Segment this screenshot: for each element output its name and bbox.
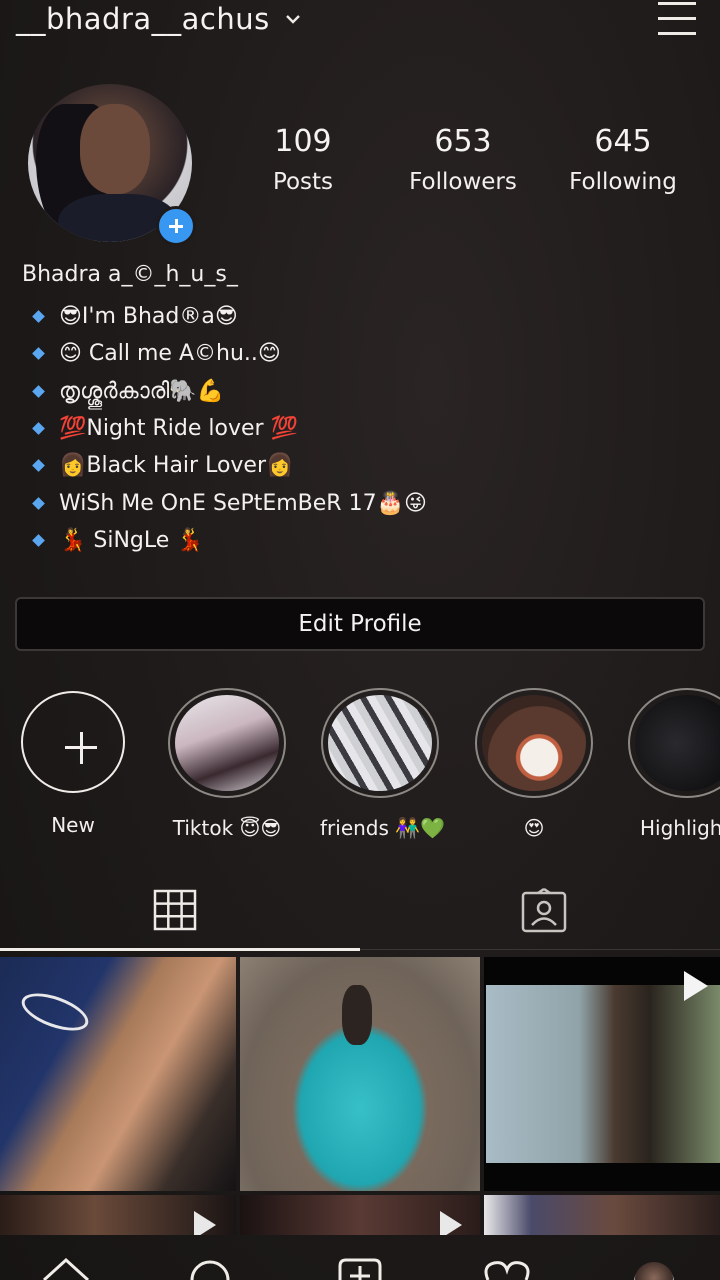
- highlight-label: Highlights: [640, 816, 720, 840]
- bio-line: WiSh Me OnE SePtEmBeR 17🎂😜: [32, 484, 427, 521]
- plus-icon: [21, 691, 125, 793]
- username[interactable]: __bhadra__achus: [16, 2, 270, 36]
- following-number: 645: [594, 124, 652, 159]
- bio-text: 💃 SiNgLe 💃: [59, 527, 204, 553]
- new-post-icon[interactable]: [336, 1258, 384, 1280]
- followers-count[interactable]: 653 Followers: [398, 124, 528, 195]
- profile-avatar-icon[interactable]: [634, 1262, 674, 1280]
- highlight-tiktok[interactable]: Tiktok 😇😎: [167, 688, 287, 840]
- bio: 😎I'm Bhad®a😎 😊 Call me A©hu..😊 തൃശ്ശൂർകാ…: [32, 298, 427, 559]
- bio-text: 💯Night Ride lover 💯: [59, 416, 298, 442]
- post-thumbnail[interactable]: [0, 957, 236, 1191]
- active-tab-indicator: [0, 948, 360, 951]
- post-thumbnail[interactable]: [240, 1195, 480, 1235]
- highlight-label: Tiktok 😇😎: [172, 816, 282, 840]
- bio-text: തൃശ്ശൂർകാരി🐘💪: [59, 378, 225, 404]
- highlight-label: New: [51, 813, 95, 837]
- bio-line: 😊 Call me A©hu..😊: [32, 335, 427, 372]
- bottom-navigation: [0, 1232, 720, 1280]
- followers-label: Followers: [409, 169, 517, 195]
- grid-icon[interactable]: [152, 888, 198, 932]
- post-thumbnail[interactable]: [484, 1195, 720, 1235]
- posts-number: 109: [274, 124, 332, 159]
- bullet-icon: [32, 422, 45, 435]
- top-bar: __bhadra__achus: [0, 0, 720, 48]
- bio-text: WiSh Me OnE SePtEmBeR 17🎂😜: [59, 490, 427, 516]
- heart-icon[interactable]: [482, 1260, 532, 1280]
- followers-number: 653: [434, 124, 492, 159]
- bio-line: തൃശ്ശൂർകാരി🐘💪: [32, 373, 427, 410]
- chevron-down-icon[interactable]: [284, 12, 302, 26]
- posts-count[interactable]: 109 Posts: [238, 124, 368, 195]
- home-icon[interactable]: [40, 1258, 92, 1280]
- highlight-highlights[interactable]: Highlights: [628, 688, 720, 840]
- video-play-icon: [684, 971, 708, 1001]
- highlight-label: friends 👫💚: [320, 816, 446, 840]
- bullet-icon: [32, 496, 45, 510]
- following-label: Following: [569, 169, 677, 195]
- bullet-icon: [32, 534, 45, 547]
- display-name: Bhadra a_©_h_u_s_: [22, 262, 238, 287]
- profile-tabs: [0, 880, 720, 952]
- highlight-cover: [321, 688, 439, 798]
- highlight-new[interactable]: New: [13, 688, 133, 837]
- highlight-cover: [475, 688, 593, 798]
- bullet-icon: [32, 384, 45, 398]
- highlight-friends[interactable]: friends 👫💚: [320, 688, 446, 840]
- edit-profile-button[interactable]: Edit Profile: [15, 597, 705, 651]
- bio-line: 💃 SiNgLe 💃: [32, 522, 427, 559]
- highlight-heart-eyes[interactable]: 😍: [474, 688, 594, 840]
- post-thumbnail[interactable]: [240, 957, 480, 1191]
- add-story-icon[interactable]: [156, 206, 196, 246]
- highlight-cover: [628, 688, 720, 798]
- bullet-icon: [32, 347, 45, 361]
- bio-text: 👩Black Hair Lover👩: [59, 453, 294, 479]
- bio-line: 😎I'm Bhad®a😎: [32, 298, 427, 335]
- search-icon[interactable]: [188, 1258, 232, 1280]
- bullet-icon: [32, 459, 45, 473]
- bio-text: 😎I'm Bhad®a😎: [59, 304, 238, 330]
- highlight-cover: [168, 688, 286, 798]
- bio-text: 😊 Call me A©hu..😊: [59, 341, 281, 367]
- bullet-icon: [32, 310, 45, 324]
- tab-divider: [360, 949, 720, 950]
- posts-label: Posts: [272, 169, 334, 195]
- post-thumbnail[interactable]: [484, 957, 720, 1191]
- highlight-label: 😍: [523, 816, 545, 840]
- hamburger-menu-icon[interactable]: [654, 0, 700, 40]
- bio-line: 👩Black Hair Lover👩: [32, 447, 427, 484]
- bio-line: 💯Night Ride lover 💯: [32, 410, 427, 447]
- tagged-person-icon[interactable]: [520, 888, 568, 934]
- post-thumbnail[interactable]: [0, 1195, 236, 1235]
- following-count[interactable]: 645 Following: [558, 124, 688, 195]
